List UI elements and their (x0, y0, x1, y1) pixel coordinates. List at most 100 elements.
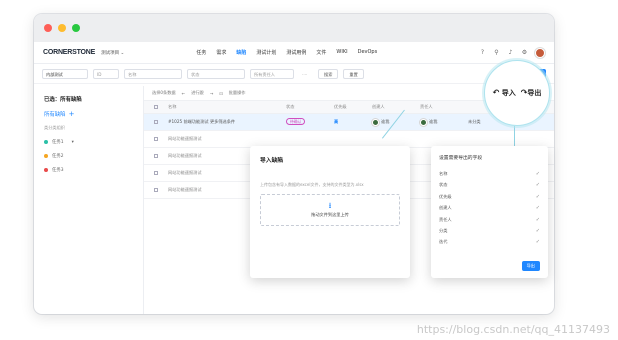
header-priority[interactable]: 优先级 (334, 104, 372, 110)
color-dot (44, 154, 48, 158)
nav-actions: ? ⚲ ♪ ⚙ (479, 47, 545, 58)
modal-title: 导入缺陷 (260, 158, 284, 164)
import-action[interactable]: ↶ 导入 (493, 88, 516, 98)
follow-button[interactable]: 进行跟 (191, 90, 204, 96)
row-priority: 高 (334, 119, 339, 124)
sidebar-item-task1[interactable]: 任务1 ▾ (44, 139, 133, 145)
export-label: 导出 (527, 89, 542, 97)
check-icon[interactable]: ✓ (536, 239, 540, 245)
row-checkbox[interactable] (154, 154, 158, 158)
import-defects-modal: 导入缺陷 上传包含有导入数据的excel文件，支持的文件类型为.xlsx ⭳ 拖… (250, 146, 410, 278)
search-icon[interactable]: ⚲ (493, 49, 500, 56)
menu-item-defects[interactable]: 缺陷 (236, 49, 246, 56)
arrow-right-icon[interactable]: → (210, 91, 214, 96)
name-input[interactable]: 名称 (124, 68, 182, 79)
header-creator[interactable]: 创建人 (372, 104, 420, 110)
help-icon[interactable]: ? (479, 49, 486, 56)
menu-item-tasks[interactable]: 任务 (196, 49, 206, 56)
search-button[interactable]: 搜索 (318, 68, 339, 79)
file-dropzone[interactable]: ⭳ 拖动文件到这里上传 (260, 194, 400, 226)
row-category: 未分类 (468, 119, 481, 124)
check-icon[interactable]: ✓ (536, 171, 540, 177)
check-icon[interactable]: ✓ (536, 228, 540, 234)
project-selector[interactable]: 测试项目 ⌄ (101, 50, 124, 56)
header-owner[interactable]: 责任人 (420, 104, 468, 110)
field-label: 名称 (439, 171, 448, 176)
filter-bar: 内部测试 ID 名称 状态 所有责任人 .... 搜索 重置 + 创建缺陷 (34, 64, 554, 84)
export-field-row[interactable]: 分类 ✓ (439, 227, 540, 235)
field-label: 优先级 (439, 193, 452, 199)
export-action[interactable]: ↷导出 (521, 88, 542, 98)
row-checkbox[interactable] (154, 120, 158, 124)
bell-icon[interactable]: ♪ (507, 49, 514, 56)
row-checkbox[interactable] (154, 188, 158, 192)
minimize-window-dot[interactable] (58, 24, 66, 32)
sidebar-item-label: 任务3 (52, 168, 64, 173)
selection-count: 选择0条数据 (152, 90, 176, 95)
import-icon: ↶ (492, 88, 500, 97)
batch-icon[interactable]: ⊡ (219, 91, 223, 96)
row-checkbox[interactable] (154, 137, 158, 141)
menu-item-requirements[interactable]: 需求 (216, 49, 226, 56)
close-window-dot[interactable] (44, 24, 52, 32)
export-field-row[interactable]: 优先级 ✓ (439, 193, 540, 201)
row-title[interactable]: 网站功能速报测试 (168, 136, 286, 142)
check-icon[interactable]: ✓ (536, 182, 540, 188)
row-checkbox[interactable] (154, 171, 158, 175)
export-field-row[interactable]: 状态 ✓ (439, 181, 540, 189)
scope-select[interactable]: 内部测试 (42, 68, 88, 79)
avatar (372, 118, 379, 126)
export-button[interactable]: 导出 (521, 261, 540, 271)
export-field-row[interactable]: 创建人 ✓ (439, 204, 540, 212)
sidebar-item-task2[interactable]: 任务2 (44, 153, 133, 159)
header-status[interactable]: 状态 (286, 104, 334, 110)
settings-icon[interactable]: ⚙ (521, 49, 528, 56)
status-badge: 待确认 (286, 118, 306, 125)
export-panel-title: 设置需要导出的字段 (439, 156, 483, 161)
user-avatar[interactable] (535, 47, 545, 58)
sidebar-item-task3[interactable]: 任务3 (44, 167, 133, 173)
import-label: 导入 (501, 89, 516, 97)
id-input[interactable]: ID (93, 68, 119, 79)
export-field-row[interactable]: 责任人 ✓ (439, 216, 540, 224)
menu-item-test-plan[interactable]: 测试计划 (256, 49, 276, 56)
menu-item-devops[interactable]: DevOps (358, 49, 378, 56)
sidebar-sub-label: 类分类组织 (44, 125, 65, 130)
select-all-checkbox[interactable] (154, 105, 158, 109)
export-leader-line (514, 126, 515, 146)
top-nav: CORNERSTONE 测试项目 ⌄ 任务 需求 缺陷 测试计划 测试用例 文件… (34, 42, 554, 64)
menu-item-wiki[interactable]: WIKI (336, 49, 347, 56)
more-filters[interactable]: .... (299, 69, 313, 79)
page: CORNERSTONE 测试项目 ⌄ 任务 需求 缺陷 测试计划 测试用例 文件… (0, 0, 618, 340)
add-category-icon[interactable]: + (69, 110, 75, 117)
sidebar-item-all-defects[interactable]: 所有缺陷 + (44, 110, 133, 118)
export-field-row[interactable]: 迭代 ✓ (439, 238, 540, 246)
owner-name: 谁我 (429, 119, 438, 124)
color-dot (44, 168, 48, 172)
avatar (420, 118, 427, 126)
creator-name: 谁我 (381, 119, 390, 124)
main-menu: 任务 需求 缺陷 测试计划 测试用例 文件 WIKI DevOps (196, 49, 377, 56)
menu-item-files[interactable]: 文件 (316, 49, 326, 56)
arrow-left-icon[interactable]: ← (182, 91, 186, 96)
reset-button[interactable]: 重置 (343, 68, 364, 79)
import-export-magnifier: ↶ 导入 ↷导出 (484, 60, 550, 126)
check-icon[interactable]: ✓ (536, 217, 540, 223)
color-dot (44, 140, 48, 144)
title-bar (34, 14, 554, 42)
check-icon[interactable]: ✓ (536, 205, 540, 211)
export-field-row[interactable]: 名称 ✓ (439, 170, 540, 178)
maximize-window-dot[interactable] (72, 24, 80, 32)
status-select[interactable]: 状态 (187, 68, 245, 79)
table-row[interactable]: #1025 前端功能测试 更多筛选条件 待确认 高 谁我 谁我 未分类 (144, 114, 554, 131)
sidebar-title: 已选：所有缺陷 (44, 97, 82, 103)
menu-item-test-cases[interactable]: 测试用例 (286, 49, 306, 56)
owner-select[interactable]: 所有责任人 (250, 68, 294, 79)
batch-action-button[interactable]: 批量操作 (229, 90, 246, 96)
chevron-down-icon[interactable]: ▾ (72, 140, 74, 145)
row-title[interactable]: #1025 前端功能测试 更多筛选条件 (168, 119, 286, 125)
sidebar-item-label: 任务1 (52, 140, 64, 145)
check-icon[interactable]: ✓ (536, 194, 540, 200)
header-name[interactable]: 名称 (168, 104, 286, 110)
field-label: 创建人 (439, 205, 452, 211)
